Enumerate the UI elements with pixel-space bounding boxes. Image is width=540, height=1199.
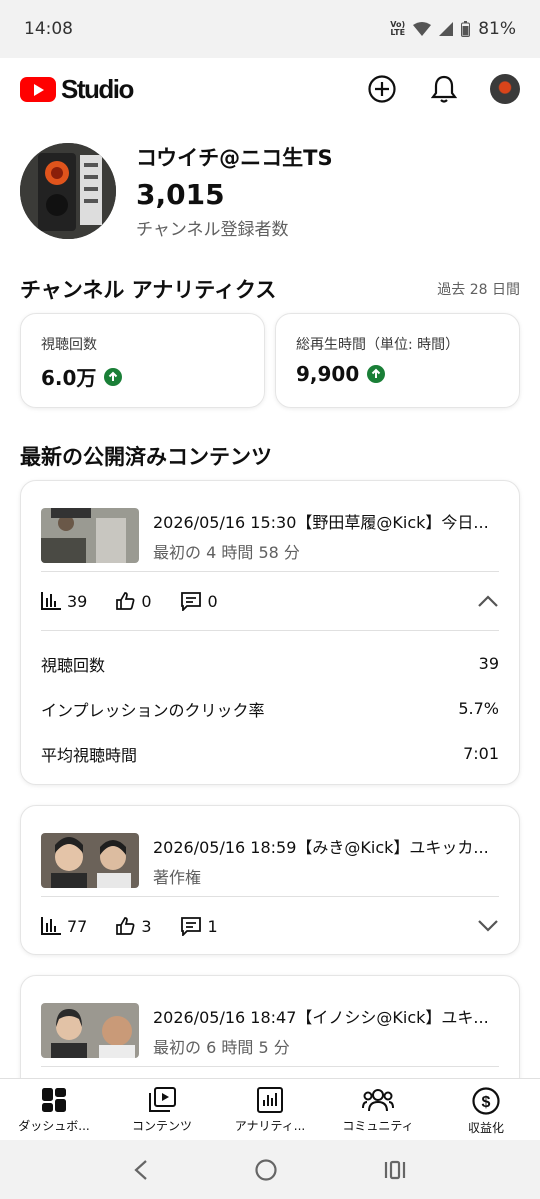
views-count: 77 [67,916,88,936]
content-icon [149,1087,176,1112]
nav-label: コンテンツ [131,1119,192,1133]
community-icon [362,1089,394,1112]
likes-count: 3 [141,916,152,936]
views-count: 39 [67,591,88,611]
thumbs-up-icon [116,592,135,610]
divider [41,1066,499,1067]
channel-header: コウイチ@ニコ生TS 3,015 チャンネル登録者数 [20,142,333,240]
stat-label: 視聴回数 [41,337,97,353]
youtube-logo-icon [20,76,56,102]
back-icon[interactable] [133,1159,149,1181]
nav-label: アナリティ... [234,1119,306,1133]
battery-level: 81% [478,19,516,39]
detail-row: 視聴回数 39 [21,641,519,686]
video-subtitle: 著作権 [153,867,202,887]
thumbs-up-icon [116,917,135,935]
lte-indicator: Vo) LTE [390,20,406,37]
status-icons: Vo) LTE 81% [390,19,516,39]
detail-row: インプレッションのクリック率 5.7% [21,686,519,731]
add-circle-icon [368,75,396,103]
video-title: 2026/05/16 18:47【イノシシ@Kick】ユキ... [153,1007,489,1027]
signal-icon [439,22,454,36]
watch-time-stat-card[interactable]: 総再生時間（単位: 時間） 9,900 [275,313,520,408]
nav-dashboard[interactable]: ダッシュボ... [0,1079,108,1140]
subscriber-count: 3,015 [136,178,225,211]
channel-avatar-image [20,143,116,239]
analytics-icon [257,1087,283,1113]
likes-count: 0 [141,591,152,611]
nav-label: ダッシュボ... [18,1119,90,1133]
stat-value: 9,900 [296,362,360,386]
likes-stat: 3 [115,916,152,936]
detail-label: 平均視聴時間 [41,745,138,765]
logo-text: Studio [61,73,134,104]
create-button[interactable] [366,73,398,105]
video-thumbnail[interactable] [41,1003,139,1058]
bar-chart-icon [41,917,61,935]
detail-value: 7:01 [463,744,499,763]
notifications-button[interactable] [428,73,460,105]
comment-icon [180,592,201,611]
latest-content-header: 最新の公開済みコンテンツ [20,441,520,471]
trend-up-icon [367,365,386,383]
monetization-icon: $ [472,1087,500,1115]
dashboard-icon [42,1088,66,1112]
battery-icon [461,21,471,37]
likes-stat: 0 [115,591,152,611]
comments-count: 0 [207,591,218,611]
views-stat-card[interactable]: 視聴回数 6.0万 [20,313,265,408]
account-avatar[interactable] [490,74,520,104]
recent-apps-icon[interactable] [383,1159,407,1181]
nav-monetization[interactable]: $ 収益化 [432,1079,540,1140]
svg-text:$: $ [482,1094,491,1111]
video-title: 2026/05/16 18:59【みき@Kick】ユキッカ... [153,837,489,857]
channel-avatar [20,143,116,239]
nav-label: コミュニティ [342,1119,414,1133]
analytics-header: チャンネル アナリティクス 過去 28 日間 [20,274,520,304]
detail-label: インプレッションのクリック率 [41,700,265,720]
bar-chart-icon [41,592,61,610]
comments-count: 1 [207,916,218,936]
stat-label: 総再生時間（単位: 時間） [296,337,460,353]
bell-icon [431,75,457,103]
analytics-period: 過去 28 日間 [437,282,520,298]
chevron-up-icon[interactable] [477,594,499,608]
status-bar: 14:08 Vo) LTE 81% [0,0,540,58]
views-stat: 39 [41,592,87,611]
wifi-icon [413,22,432,36]
detail-value: 39 [478,654,499,673]
home-icon[interactable] [254,1158,278,1182]
video-thumbnail[interactable] [41,508,139,563]
video-card[interactable]: 2026/05/16 18:59【みき@Kick】ユキッカ... 著作権 77 … [20,805,520,955]
analytics-title: チャンネル アナリティクス [20,278,277,302]
status-time: 14:08 [24,19,73,39]
app-bar: Studio [0,58,540,120]
comments-stat: 0 [180,591,218,611]
comments-stat: 1 [180,916,218,936]
detail-row: 平均視聴時間 7:01 [21,731,519,776]
nav-label: 収益化 [467,1121,504,1135]
chevron-down-icon[interactable] [477,919,499,933]
detail-value: 5.7% [458,699,499,718]
video-subtitle: 最初の 6 時間 5 分 [153,1037,290,1057]
views-stat: 77 [41,917,87,936]
bottom-navigation: ダッシュボ... コンテンツ アナリティ... コミュニティ $ 収益化 [0,1078,540,1140]
studio-logo[interactable]: Studio [20,74,366,105]
detail-label: 視聴回数 [41,655,106,675]
video-title: 2026/05/16 15:30【野田草履@Kick】今日... [153,512,489,532]
nav-content[interactable]: コンテンツ [108,1079,216,1140]
system-navigation-bar [0,1140,540,1199]
video-card[interactable]: 2026/05/16 15:30【野田草履@Kick】今日... 最初の 4 時… [20,480,520,785]
nav-community[interactable]: コミュニティ [324,1079,432,1140]
channel-name: コウイチ@ニコ生TS [136,146,333,170]
trend-up-icon [104,367,123,386]
stat-value: 6.0万 [41,366,97,390]
video-thumbnail[interactable] [41,833,139,888]
nav-analytics[interactable]: アナリティ... [216,1079,324,1140]
subscriber-label: チャンネル登録者数 [136,220,289,240]
comment-icon [180,917,201,936]
latest-content-title: 最新の公開済みコンテンツ [20,445,272,469]
video-subtitle: 最初の 4 時間 58 分 [153,542,300,562]
